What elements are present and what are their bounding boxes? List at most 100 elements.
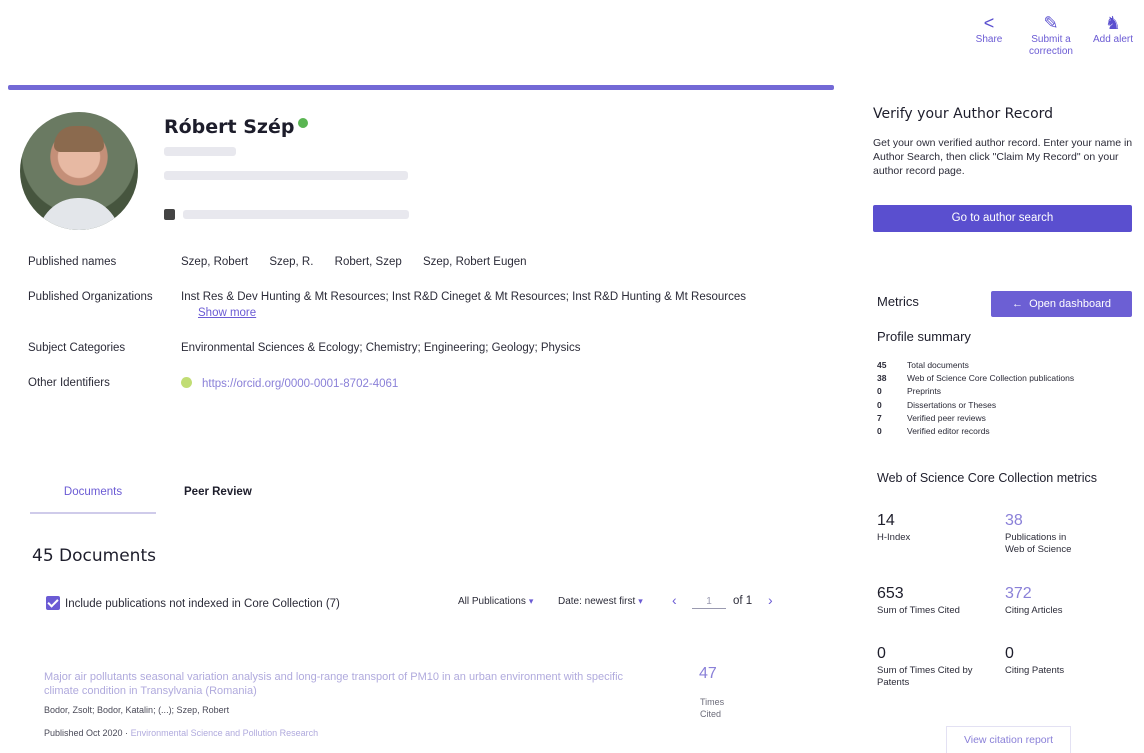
previous-page-button[interactable]: ‹ (672, 592, 677, 608)
record-authors: Bodor, Zsolt; Bodor, Katalin; (...); Sze… (44, 705, 230, 715)
summary-label: Dissertations or Theses (907, 399, 997, 410)
redacted-line (183, 210, 409, 219)
record-times-cited-label: Times Cited (700, 697, 725, 719)
author-name: Róbert Szép (164, 116, 295, 138)
submit-correction-button[interactable]: ✎ Submit a correction (1020, 12, 1082, 58)
next-page-button[interactable]: › (768, 592, 773, 608)
include-publications-toggle: Include publications not indexed in Core… (46, 596, 340, 610)
open-dashboard-button[interactable]: ← Open dashboard (991, 291, 1132, 317)
subject-categories-value: Environmental Sciences & Ecology; Chemis… (181, 342, 581, 354)
other-identifiers-label: Other Identifiers (28, 377, 110, 389)
summary-row: 45 Total documents (877, 360, 1074, 373)
researcher-id-icon (164, 209, 175, 220)
published-name: Robert, Szep (334, 256, 402, 268)
bell-icon: ♞ (1104, 13, 1122, 33)
documents-heading: 45 Documents (32, 546, 156, 566)
times-cited-label: Sum of Times Cited (877, 605, 960, 616)
summary-count: 7 (877, 412, 882, 423)
top-action-bar: < Share ✎ Submit a correction ♞ Add aler… (958, 12, 1144, 58)
record-times-cited[interactable]: 47 (699, 665, 717, 683)
publications-wos-label: Publications in Web of Science (1005, 532, 1072, 555)
published-name: Szep, R. (269, 256, 314, 268)
published-organizations-value: Inst Res & Dev Hunting & Mt Resources; I… (181, 291, 746, 303)
verify-record-title: Verify your Author Record (873, 106, 1054, 122)
submit-correction-label: Submit a correction (1029, 34, 1073, 57)
subject-categories-label: Subject Categories (28, 342, 126, 354)
summary-count: 0 (877, 425, 882, 436)
go-to-author-search-button[interactable]: Go to author search (873, 205, 1132, 232)
page-total: of 1 (733, 595, 753, 607)
header-divider (8, 85, 834, 90)
cited-by-patents-label: Sum of Times Cited by Patents (877, 665, 973, 688)
author-name-heading: Róbert Szép (164, 116, 309, 138)
record-title-link[interactable]: Major air pollutants seasonal variation … (44, 670, 624, 698)
verify-record-text: Get your own verified author record. Ent… (873, 137, 1133, 177)
publication-filter-dropdown[interactable]: All Publications ▾ (458, 596, 533, 607)
avatar-shirt (38, 198, 120, 230)
summary-label: Web of Science Core Collection publicati… (907, 373, 1075, 384)
citing-patents-label: Citing Patents (1005, 665, 1065, 676)
profile-summary-list: 45 Total documents 38 Web of Science Core … (877, 360, 1074, 439)
avatar-hair (54, 126, 104, 152)
add-alert-label: Add alert (1092, 34, 1134, 45)
redacted-line (164, 171, 408, 180)
summary-count: 45 (877, 360, 887, 370)
published-organizations-label: Published Organizations (28, 291, 153, 303)
share-icon: < (983, 13, 995, 33)
summary-label: Verified editor records (907, 425, 990, 436)
include-label: Include publications not indexed in Core… (65, 598, 340, 610)
record-publication: Published Oct 2020 · Environmental Scien… (44, 728, 318, 738)
times-cited-value: 653 (877, 585, 904, 602)
include-checkbox[interactable] (46, 596, 60, 610)
chevron-down-icon: ▾ (528, 596, 534, 606)
summary-count: 0 (877, 399, 882, 410)
tab-peer-review[interactable]: Peer Review (184, 486, 252, 498)
summary-row: 0 Preprints (877, 386, 1074, 399)
summary-label: Total documents (907, 360, 969, 370)
record-journal-link[interactable]: Environmental Science and Pollution Rese… (131, 728, 319, 738)
page-number-input[interactable] (692, 594, 726, 609)
share-label: Share (975, 34, 1003, 45)
h-index-metric: 14 H-Index (877, 512, 997, 544)
tab-documents[interactable]: Documents (30, 486, 156, 514)
sort-value: Date: newest first (558, 596, 636, 607)
citing-patents-metric: 0 Citing Patents (1005, 645, 1125, 677)
citing-articles-metric[interactable]: 372 Citing Articles (1005, 585, 1125, 617)
chevron-down-icon: ▾ (638, 596, 643, 606)
verified-badge-icon (298, 118, 309, 128)
add-alert-button[interactable]: ♞ Add alert (1082, 12, 1144, 58)
view-citation-report-button[interactable]: View citation report (946, 726, 1071, 753)
summary-row: 0 Dissertations or Theses (877, 400, 1074, 413)
pencil-icon: ✎ (1043, 13, 1059, 33)
published-names-label: Published names (28, 256, 117, 268)
publications-wos-metric[interactable]: 38 Publications in Web of Science (1005, 512, 1125, 556)
summary-count: 0 (877, 386, 882, 397)
metrics-title: Metrics (877, 294, 919, 309)
sort-dropdown[interactable]: Date: newest first ▾ (558, 596, 643, 607)
profile-summary-title: Profile summary (877, 329, 971, 344)
summary-count: 38 (877, 373, 887, 384)
summary-row: 0 Verified editor records (877, 426, 1074, 439)
orcid-link[interactable]: https://orcid.org/0000-0001-8702-4061 (202, 378, 398, 390)
record-published-date: Published Oct 2020 · (44, 728, 129, 738)
orcid-entry: https://orcid.org/0000-0001-8702-4061 (181, 377, 398, 390)
show-more-link[interactable]: Show more (198, 307, 256, 319)
redacted-line (164, 147, 236, 156)
cited-by-patents-metric: 0 Sum of Times Cited by Patents (877, 645, 997, 689)
filter-value: All Publications (458, 596, 526, 607)
times-cited-metric: 653 Sum of Times Cited (877, 585, 997, 617)
summary-label: Verified peer reviews (907, 412, 986, 423)
orcid-icon (181, 377, 192, 388)
summary-row: 38 Web of Science Core Collection publica… (877, 373, 1074, 386)
published-names-list: Szep, Robert Szep, R. Robert, Szep Szep,… (181, 256, 545, 268)
share-button[interactable]: < Share (958, 12, 1020, 58)
arrow-left-icon: ← (1011, 298, 1030, 310)
published-name: Szep, Robert (181, 256, 249, 268)
publications-wos-value[interactable]: 38 (1005, 512, 1125, 530)
citing-patents-value: 0 (1005, 645, 1014, 662)
h-index-label: H-Index (877, 532, 911, 543)
citing-articles-value[interactable]: 372 (1005, 585, 1125, 603)
wos-metrics-title: Web of Science Core Collection metrics (877, 471, 1097, 485)
h-index-value: 14 (877, 512, 895, 529)
summary-row: 7 Verified peer reviews (877, 413, 1074, 426)
